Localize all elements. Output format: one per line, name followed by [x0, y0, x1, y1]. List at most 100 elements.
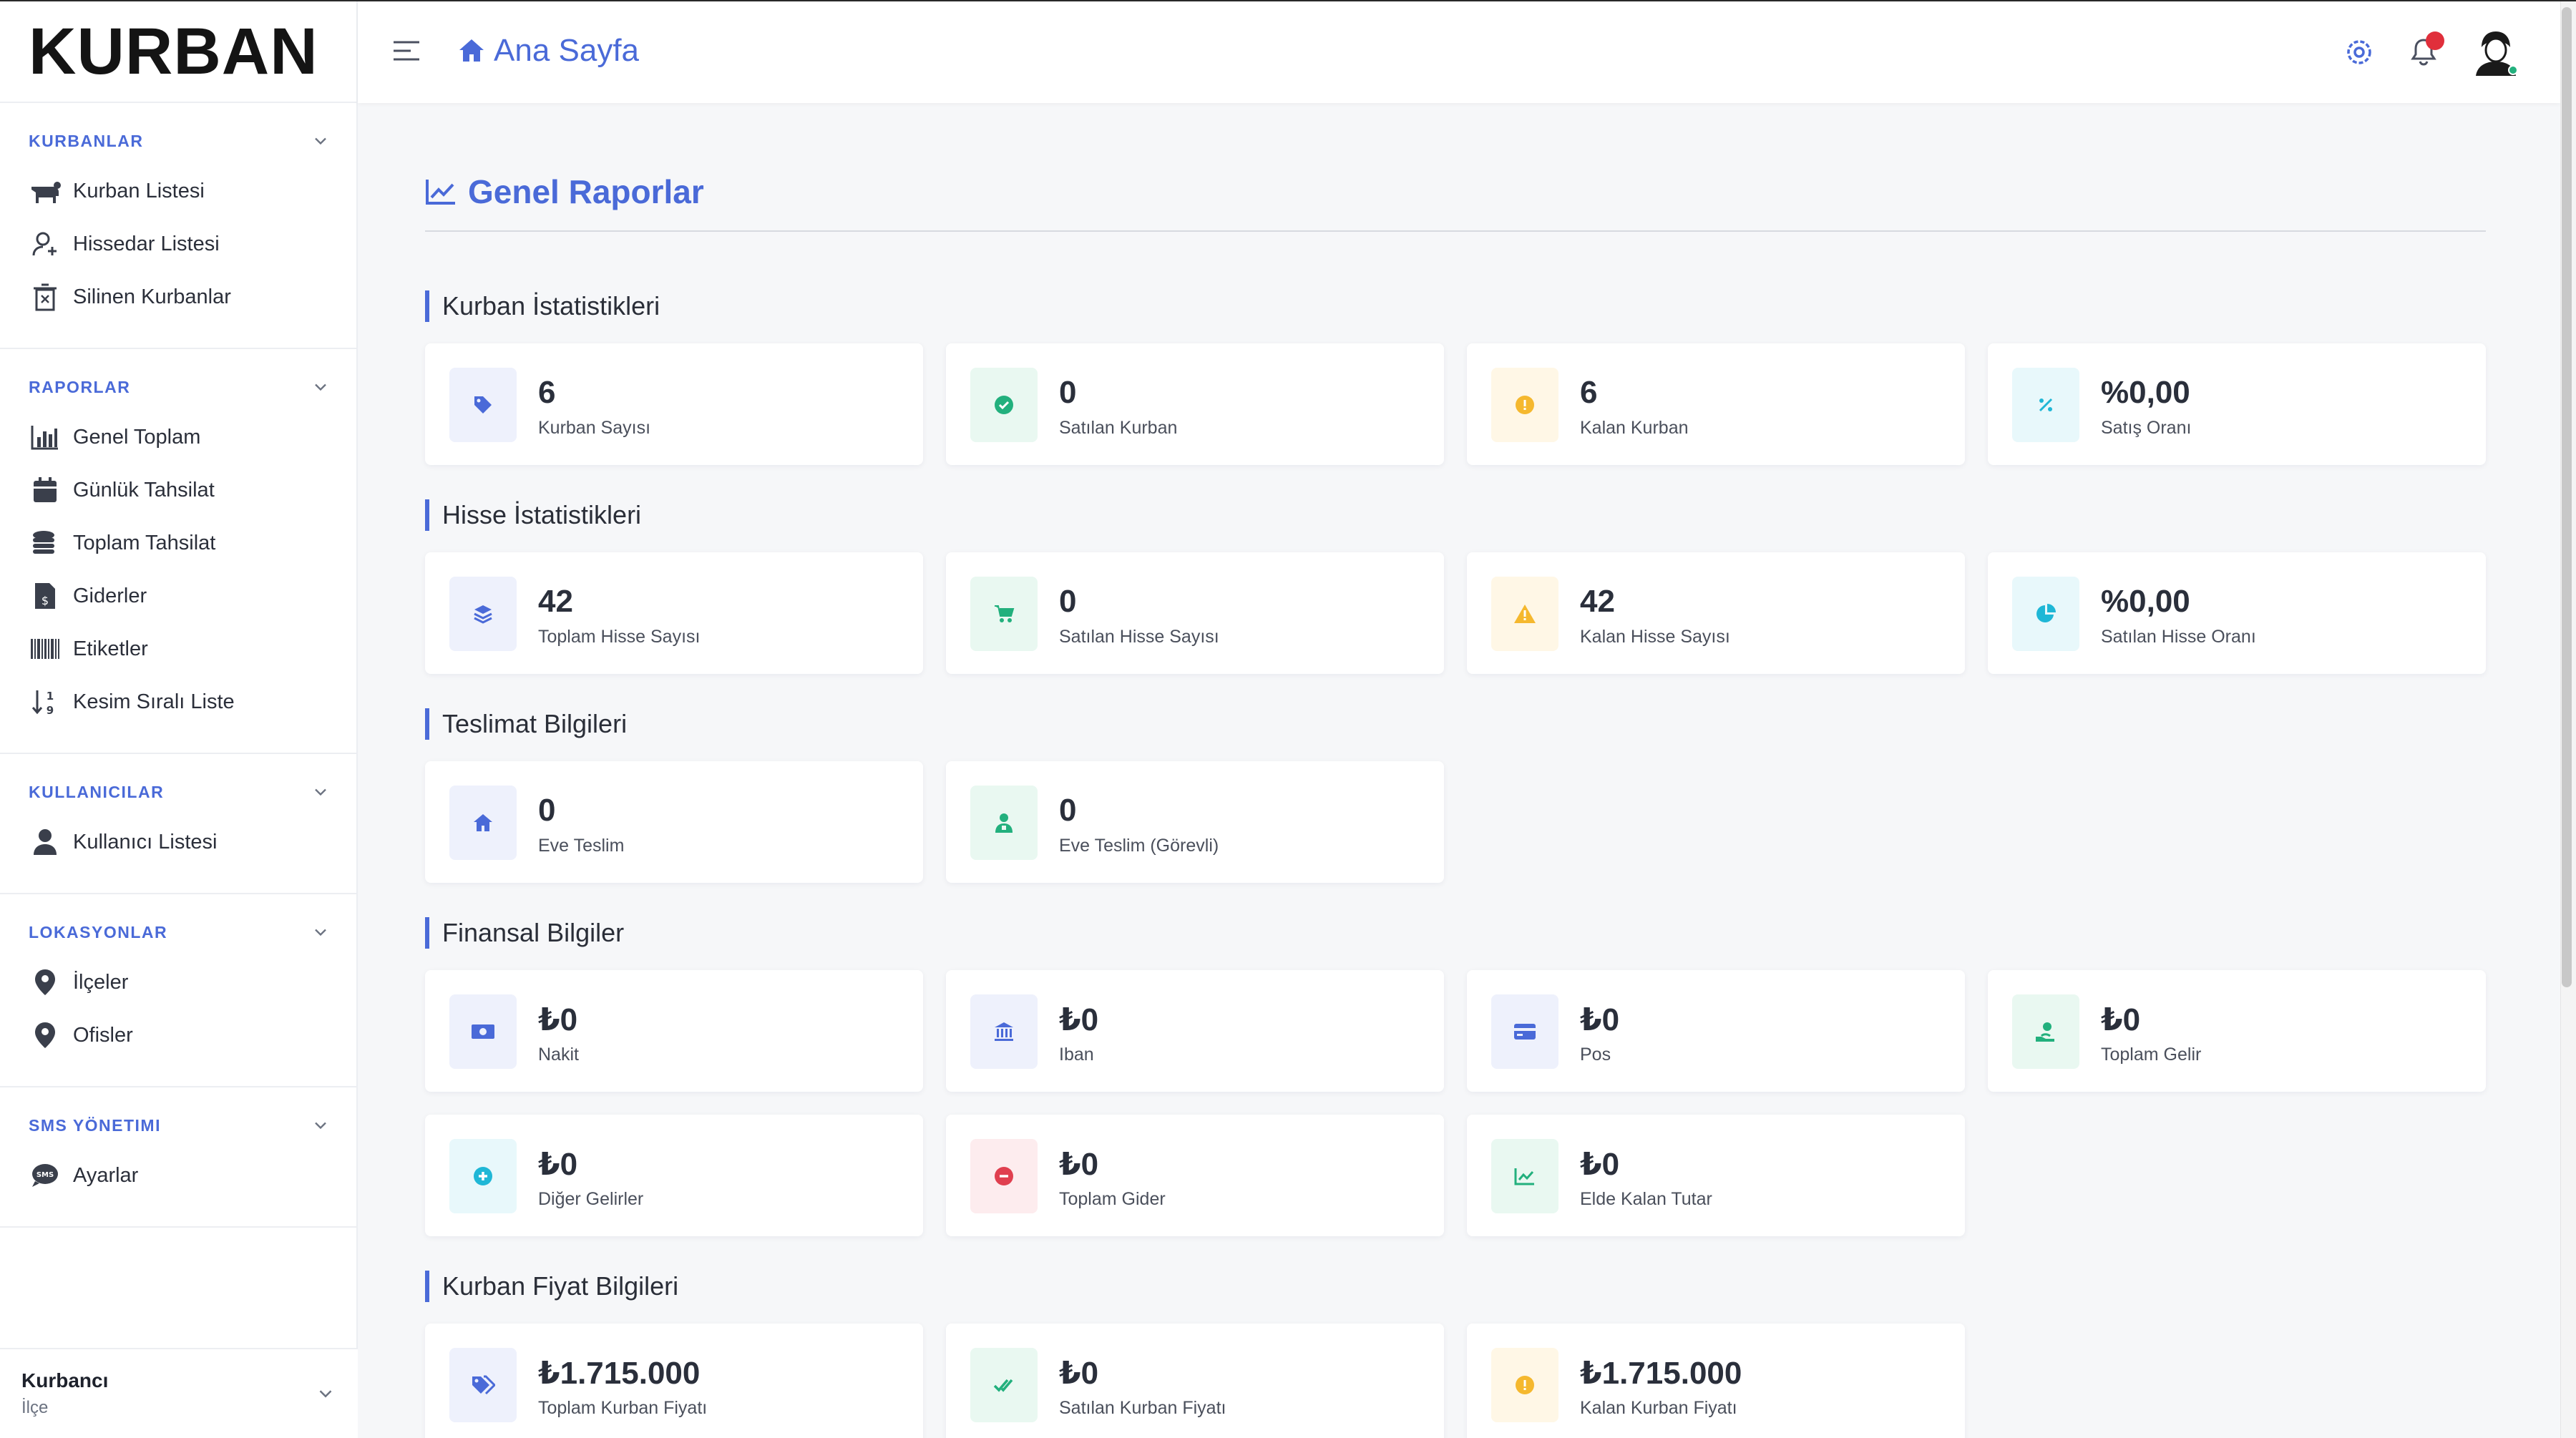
- breadcrumb[interactable]: Ana Sayfa: [458, 33, 639, 69]
- sidebar-item-toplam-tahsilat[interactable]: Toplam Tahsilat: [0, 517, 356, 569]
- sidebar-item-genel-toplam[interactable]: Genel Toplam: [0, 411, 356, 464]
- section-title: Kurban Fiyat Bilgileri: [442, 1271, 679, 1301]
- sidebar-section-kullanicilar: KULLANICILAR Kullanıcı Listesi: [0, 754, 356, 894]
- avatar[interactable]: [2470, 26, 2522, 77]
- stat-card-satilan-kurban: 0 Satılan Kurban: [946, 343, 1444, 465]
- card-label: Diğer Gelirler: [538, 1189, 644, 1209]
- trend-icon: [1491, 1139, 1558, 1213]
- page-title: Genel Raporlar: [468, 173, 704, 210]
- sidebar-section-raporlar: RAPORLAR Genel Toplam Günlük Tahsilat To…: [0, 349, 356, 754]
- sidebar-item-label: İlçeler: [73, 970, 129, 994]
- stat-card-eve-teslim-gorevli: 0 Eve Teslim (Görevli): [946, 761, 1444, 883]
- sidebar-item-kurban-listesi[interactable]: Kurban Listesi: [0, 165, 356, 217]
- card-label: Kalan Hisse Sayısı: [1580, 627, 1730, 647]
- card-label: Toplam Hisse Sayısı: [538, 627, 701, 647]
- sidebar-item-label: Kesim Sıralı Liste: [73, 690, 235, 713]
- sidebar-item-ayarlar[interactable]: SMS Ayarlar: [0, 1149, 356, 1202]
- stat-card-diger-gelirler: ₺0 Diğer Gelirler: [425, 1115, 923, 1236]
- chevron-down-icon[interactable]: [311, 922, 331, 942]
- title-divider: [425, 230, 2486, 232]
- sidebar-item-kesim-sirali-liste[interactable]: 19 Kesim Sıralı Liste: [0, 675, 356, 728]
- card-value: 0: [1059, 793, 1077, 828]
- chevron-down-icon[interactable]: [315, 1383, 336, 1404]
- exclamation-icon: [1491, 368, 1558, 442]
- user-icon: [29, 826, 62, 859]
- section-heading: Kurban İstatistikleri: [425, 290, 660, 322]
- chevron-down-icon[interactable]: [311, 377, 331, 397]
- sidebar-item-label: Kurban Listesi: [73, 179, 205, 202]
- card-value: 0: [1059, 375, 1077, 410]
- section-accent-bar: [425, 1271, 429, 1302]
- chart-line-icon: [426, 180, 455, 205]
- breadcrumb-label: Ana Sayfa: [494, 33, 640, 68]
- stat-card-satis-orani: %0,00 Satış Oranı: [1988, 343, 2486, 465]
- card-label: Elde Kalan Tutar: [1580, 1189, 1712, 1209]
- cash-icon: [449, 994, 517, 1069]
- sidebar-section-header[interactable]: SMS YÖNETIMI: [0, 1102, 356, 1149]
- svg-text:9: 9: [47, 704, 54, 716]
- chevron-down-icon[interactable]: [311, 782, 331, 802]
- bar-chart-icon: [29, 421, 62, 454]
- sidebar-item-gunluk-tahsilat[interactable]: Günlük Tahsilat: [0, 464, 356, 517]
- menu-icon[interactable]: [394, 40, 421, 62]
- main-content: Genel Raporlar Kurban İstatistikleri 6 K…: [425, 172, 2486, 1438]
- tags-icon: [449, 1348, 517, 1422]
- card-label: Satılan Hisse Sayısı: [1059, 627, 1219, 647]
- chevron-down-icon[interactable]: [311, 1115, 331, 1135]
- section-title: Kurban İstatistikleri: [442, 291, 660, 321]
- credit-card-icon: [1491, 994, 1558, 1069]
- brand-logo[interactable]: KURBAN: [0, 1, 356, 103]
- card-value: ₺0: [1059, 1147, 1099, 1182]
- sidebar-item-hissedar-listesi[interactable]: Hissedar Listesi: [0, 217, 356, 270]
- card-value: 6: [538, 375, 556, 410]
- plus-circle-icon: [449, 1139, 517, 1213]
- card-value: ₺0: [1580, 1147, 1620, 1182]
- chevron-down-icon[interactable]: [311, 131, 331, 151]
- sidebar-item-ofisler[interactable]: Ofisler: [0, 1009, 356, 1062]
- sidebar-section-header[interactable]: KURBANLAR: [0, 117, 356, 165]
- sidebar-section-lokasyonlar: LOKASYONLAR İlçeler Ofisler: [0, 894, 356, 1087]
- barcode-icon: [29, 632, 62, 665]
- sidebar-item-etiketler[interactable]: Etiketler: [0, 622, 356, 675]
- scrollbar-thumb[interactable]: [2562, 7, 2572, 987]
- home-icon: [449, 786, 517, 860]
- card-label: Toplam Gelir: [2101, 1045, 2202, 1065]
- section-accent-bar: [425, 708, 429, 740]
- section-heading: Hisse İstatistikleri: [425, 499, 641, 531]
- sidebar-item-kullanici-listesi[interactable]: Kullanıcı Listesi: [0, 816, 356, 869]
- pie-chart-icon: [2012, 577, 2079, 651]
- double-check-icon: [970, 1348, 1038, 1422]
- section-accent-bar: [425, 917, 429, 949]
- stat-card-nakit: ₺0 Nakit: [425, 970, 923, 1092]
- sidebar-section-title: KURBANLAR: [29, 131, 144, 150]
- section-title: Teslimat Bilgileri: [442, 709, 628, 738]
- stat-card-eve-teslim: 0 Eve Teslim: [425, 761, 923, 883]
- sidebar-section-header[interactable]: RAPORLAR: [0, 363, 356, 411]
- layers-icon: [449, 577, 517, 651]
- sidebar-item-giderler[interactable]: $ Giderler: [0, 569, 356, 622]
- svg-text:1: 1: [47, 690, 54, 703]
- card-value: ₺0: [538, 1147, 578, 1182]
- settings-icon[interactable]: [2341, 34, 2377, 70]
- sidebar-item-ilceler[interactable]: İlçeler: [0, 956, 356, 1009]
- card-value: 0: [538, 793, 556, 828]
- stat-card-toplam-gelir: ₺0 Toplam Gelir: [1988, 970, 2486, 1092]
- card-value: ₺1.715.000: [538, 1356, 701, 1391]
- sidebar-item-label: Giderler: [73, 584, 147, 607]
- sidebar-item-label: Etiketler: [73, 637, 148, 660]
- sidebar-section-title: KULLANICILAR: [29, 782, 165, 801]
- top-header: Ana Sayfa: [358, 1, 2560, 103]
- stat-card-kalan-kurban-fiyati: ₺1.715.000 Kalan Kurban Fiyatı: [1467, 1324, 1965, 1438]
- tag-icon: [449, 368, 517, 442]
- sidebar-section-header[interactable]: KULLANICILAR: [0, 768, 356, 816]
- card-label: Iban: [1059, 1045, 1094, 1065]
- sidebar: KURBAN KURBANLAR Kurban Listesi Hissedar…: [0, 1, 358, 1438]
- sidebar-section-header[interactable]: LOKASYONLAR: [0, 909, 356, 956]
- section-heading: Kurban Fiyat Bilgileri: [425, 1271, 678, 1302]
- card-value: %0,00: [2101, 584, 2190, 619]
- sidebar-item-label: Ofisler: [73, 1023, 133, 1047]
- sidebar-item-silinen-kurbanlar[interactable]: Silinen Kurbanlar: [0, 270, 356, 323]
- card-value: 42: [1580, 584, 1615, 619]
- sidebar-user-menu[interactable]: Kurbancı İlçe: [0, 1348, 358, 1438]
- card-label: Satılan Hisse Oranı: [2101, 627, 2256, 647]
